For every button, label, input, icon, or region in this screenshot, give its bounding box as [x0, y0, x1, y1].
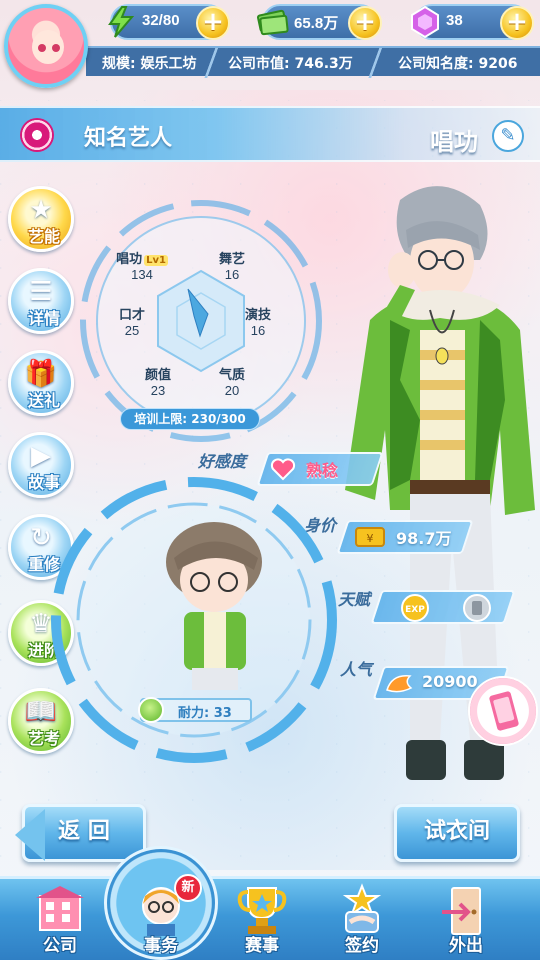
- price-value: 98.7万: [396, 529, 452, 548]
- add-money-button[interactable]: +: [348, 6, 382, 40]
- side-button-skills[interactable]: ★ 艺能: [8, 186, 74, 252]
- side-button-gift[interactable]: 🎁 送礼: [8, 350, 74, 416]
- stat-eloquence: 口才 25: [102, 304, 162, 338]
- energy-bar: 32/80 +: [108, 4, 230, 40]
- company-market-value: 公司市值: 746.3万: [228, 56, 353, 72]
- player-avatar[interactable]: [4, 4, 88, 88]
- divider: [204, 48, 218, 78]
- star-icon: ★: [29, 195, 53, 225]
- nav-item-competition[interactable]: 赛事: [212, 876, 312, 960]
- list-icon: ☰: [29, 277, 53, 307]
- money-bar: 65.8万 +: [256, 4, 382, 40]
- money-value: 65.8万: [294, 15, 339, 32]
- level-badge: Lv1: [144, 255, 168, 266]
- stat-looks: 颜值 23: [128, 364, 188, 398]
- stat-temperament: 气质 20: [202, 364, 262, 398]
- exp-talent-icon[interactable]: EXP: [400, 593, 430, 623]
- affection-label: 好感度: [198, 452, 247, 471]
- phone-button[interactable]: [468, 676, 538, 746]
- back-arrow-icon: [15, 809, 45, 861]
- play-screen-icon: ▶: [31, 441, 51, 471]
- stat-acting: 演技 16: [228, 304, 288, 338]
- side-button-label: 详情: [27, 309, 60, 328]
- stat-singing: 唱功 Lv1 134: [112, 248, 172, 282]
- add-gem-button[interactable]: +: [500, 6, 534, 40]
- new-badge: 新: [174, 874, 202, 902]
- stat-value: 16: [224, 267, 240, 282]
- stat-value: 25: [124, 323, 140, 338]
- title-bar: 知名艺人 唱功 ✎: [0, 106, 540, 162]
- edit-pencil-icon[interactable]: ✎: [492, 120, 524, 152]
- talent-slot-icon[interactable]: [462, 593, 492, 623]
- page-title: 知名艺人: [84, 126, 173, 151]
- stat-name: 舞艺: [218, 252, 245, 267]
- stat-name: 颜值: [144, 368, 171, 383]
- energy-icon: [108, 6, 135, 38]
- stat-value: 20: [224, 383, 240, 398]
- stat-name: 唱功 Lv1: [116, 252, 168, 267]
- stat-value: 16: [250, 323, 266, 338]
- wardrobe-button-label: 试衣间: [423, 819, 490, 844]
- door-exit-icon: [442, 887, 481, 935]
- back-button[interactable]: 返 回: [15, 804, 146, 862]
- smile-icon: [138, 697, 164, 723]
- side-button-details[interactable]: ☰ 详情: [8, 268, 74, 334]
- nav-item-outing[interactable]: 外出: [416, 876, 516, 960]
- gem-bar: 38 +: [411, 4, 534, 40]
- stat-name: 演技: [244, 308, 271, 323]
- company-building-icon: [36, 886, 84, 931]
- stat-dance: 舞艺 16: [202, 248, 262, 282]
- talent-tag: [370, 590, 516, 624]
- nav-item-contract[interactable]: 签约: [312, 876, 412, 960]
- avatar-eye: [52, 44, 60, 52]
- contract-handshake-icon: [342, 883, 382, 933]
- divider: [368, 48, 382, 78]
- trophy-icon: [237, 887, 287, 934]
- chibi-stage: [51, 477, 337, 763]
- train-limit: 培训上限: 230/300: [120, 408, 260, 430]
- avatar-eye: [38, 44, 46, 52]
- popularity-icon: [386, 675, 413, 693]
- top-hud: 32/80 + 65.8万 + 38 + 规模: 娱乐工坊 公司市值: 746.…: [0, 0, 540, 88]
- side-button-label: 艺能: [27, 227, 60, 246]
- wardrobe-button[interactable]: 试衣间: [394, 804, 520, 862]
- svg-text:¥: ¥: [367, 532, 374, 545]
- gem-icon: [411, 5, 439, 39]
- artist-rank-icon: [20, 118, 54, 152]
- company-scale: 规模: 娱乐工坊: [102, 56, 197, 72]
- add-energy-button[interactable]: +: [196, 6, 230, 40]
- energy-value: 32/80: [142, 12, 180, 29]
- stat-name: 口才: [118, 308, 145, 323]
- company-info-strip: 规模: 娱乐工坊 公司市值: 746.3万 公司知名度: 9206: [86, 46, 540, 78]
- stat-value: 134: [131, 267, 153, 282]
- nav-item-company[interactable]: 公司: [10, 876, 110, 960]
- phone-icon: [487, 689, 521, 733]
- stat-name: 气质: [218, 368, 245, 383]
- gift-icon: 🎁: [24, 359, 58, 389]
- skill-name: 唱功: [430, 128, 478, 156]
- nav-label: 赛事: [245, 936, 279, 956]
- back-button-label: 返 回: [58, 819, 110, 844]
- stamina-value: 耐力: 33: [178, 706, 232, 721]
- stamina-bar: 耐力: 33: [138, 697, 252, 723]
- stat-value: 23: [150, 383, 166, 398]
- nav-label: 签约: [345, 936, 379, 956]
- company-fame: 公司知名度: 9206: [398, 56, 518, 72]
- cash-icon: [256, 9, 289, 36]
- nav-label: 外出: [449, 936, 483, 956]
- nav-label: 公司: [43, 936, 77, 956]
- gem-value: 38: [446, 12, 463, 29]
- svg-text:EXP: EXP: [405, 605, 425, 615]
- ticket-icon: ¥: [355, 527, 385, 547]
- nav-label: 事务: [144, 936, 178, 956]
- side-button-label: 送礼: [27, 391, 60, 410]
- popularity-label: 人气: [340, 660, 373, 679]
